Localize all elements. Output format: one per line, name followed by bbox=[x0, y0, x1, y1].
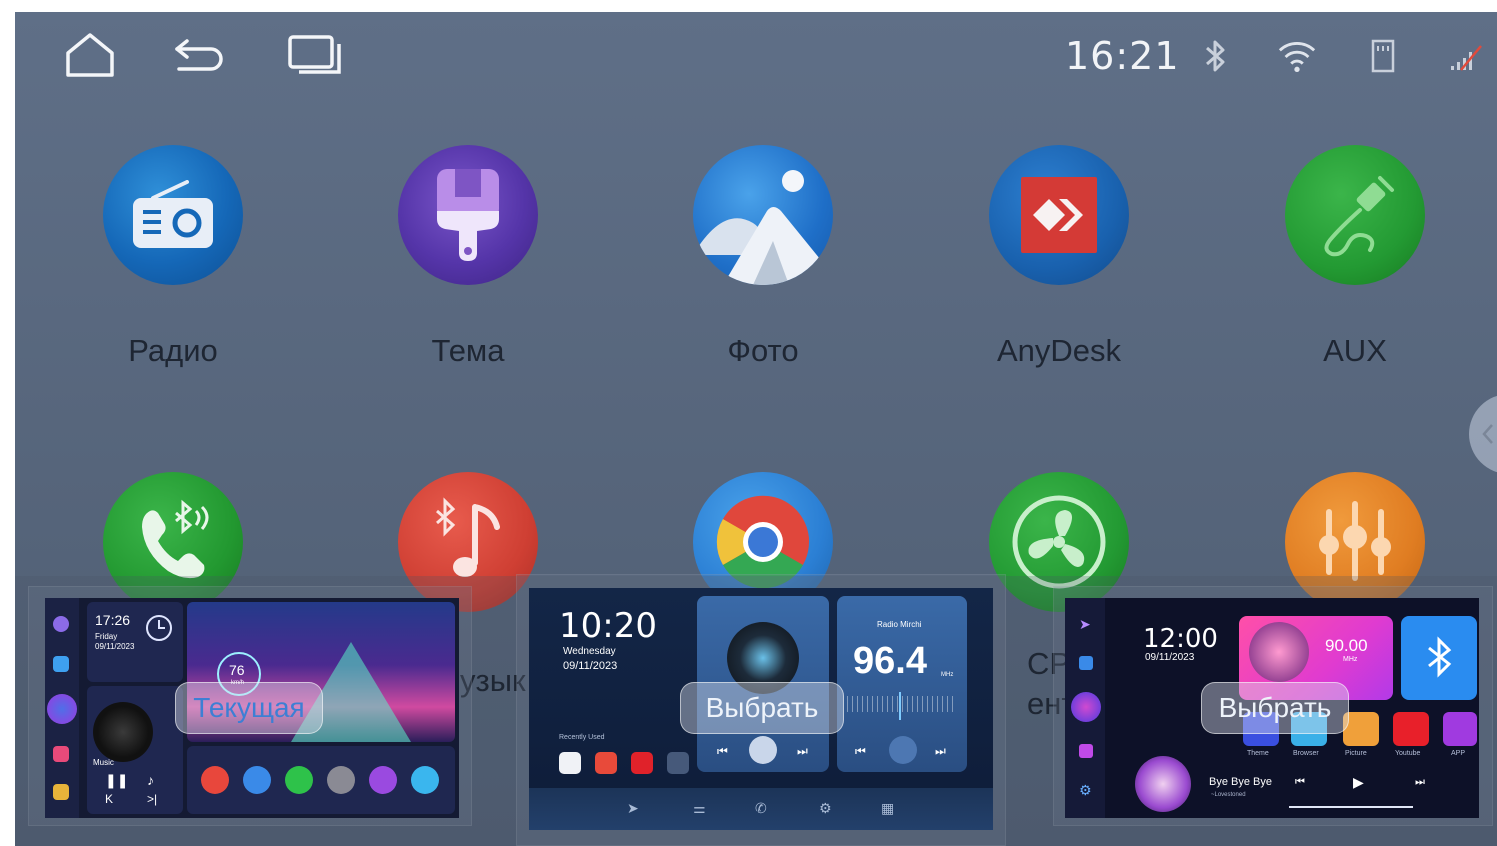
theme-select-button[interactable]: Выбрать bbox=[1201, 682, 1349, 734]
theme-select-button[interactable]: Выбрать bbox=[680, 682, 844, 734]
app-photo[interactable]: Фото bbox=[643, 145, 883, 405]
dock: ➤ ⚌ ✆ ⚙ ▦ bbox=[529, 788, 993, 830]
home-icon bbox=[66, 33, 114, 77]
app-label: AnyDesk bbox=[996, 333, 1122, 368]
recents-button[interactable] bbox=[285, 30, 345, 80]
wifi-icon bbox=[1277, 36, 1317, 76]
theme-brush-icon bbox=[398, 145, 538, 285]
app-aux[interactable]: AUX bbox=[1235, 145, 1475, 405]
back-icon bbox=[175, 39, 223, 71]
dock: ➤ ⚙ bbox=[1065, 598, 1105, 818]
aux-cable-icon bbox=[1285, 145, 1425, 285]
sd-card-icon bbox=[1363, 36, 1403, 76]
radio-widget: Radio Mirchi 96.4 MHz ⏮ ⏭ bbox=[837, 596, 967, 772]
back-button[interactable] bbox=[169, 30, 229, 80]
bluetooth-tile bbox=[1401, 616, 1477, 700]
theme-current-button[interactable]: Текущая bbox=[175, 682, 323, 734]
app-tray bbox=[187, 746, 455, 814]
chevron-left-icon bbox=[1482, 424, 1493, 444]
app-anydesk[interactable]: AnyDesk bbox=[939, 145, 1179, 405]
status-clock: 16:21 bbox=[1065, 34, 1180, 78]
photo-icon bbox=[693, 145, 833, 285]
dock bbox=[45, 598, 79, 818]
side-drawer-handle[interactable] bbox=[1469, 394, 1497, 474]
bluetooth-icon bbox=[1195, 36, 1235, 76]
app-radio[interactable]: Радио bbox=[53, 145, 293, 405]
music-widget: Bye Bye Bye ~Lovestoned ⏮ ▶ ⏭ bbox=[1125, 756, 1479, 816]
recents-icon bbox=[288, 35, 341, 74]
app-label: AUX bbox=[1323, 333, 1387, 368]
clock-widget: 17:26 Friday 09/11/2023 bbox=[87, 602, 183, 682]
status-bar: 16:21 bbox=[15, 12, 1497, 102]
radio-icon bbox=[103, 145, 243, 285]
app-theme[interactable]: Тема bbox=[348, 145, 588, 405]
launcher-screen: 16:21 Радио Тема Фото AnyDesk AUX узык C… bbox=[15, 12, 1497, 846]
anydesk-icon bbox=[989, 145, 1129, 285]
signal-icon bbox=[1447, 36, 1487, 76]
app-label: Радио bbox=[128, 333, 218, 368]
music-widget: Music ❚❚ ♪ K >| bbox=[87, 686, 183, 814]
app-label: Фото bbox=[727, 333, 799, 368]
home-button[interactable] bbox=[60, 30, 120, 80]
app-label: Тема bbox=[431, 333, 505, 368]
